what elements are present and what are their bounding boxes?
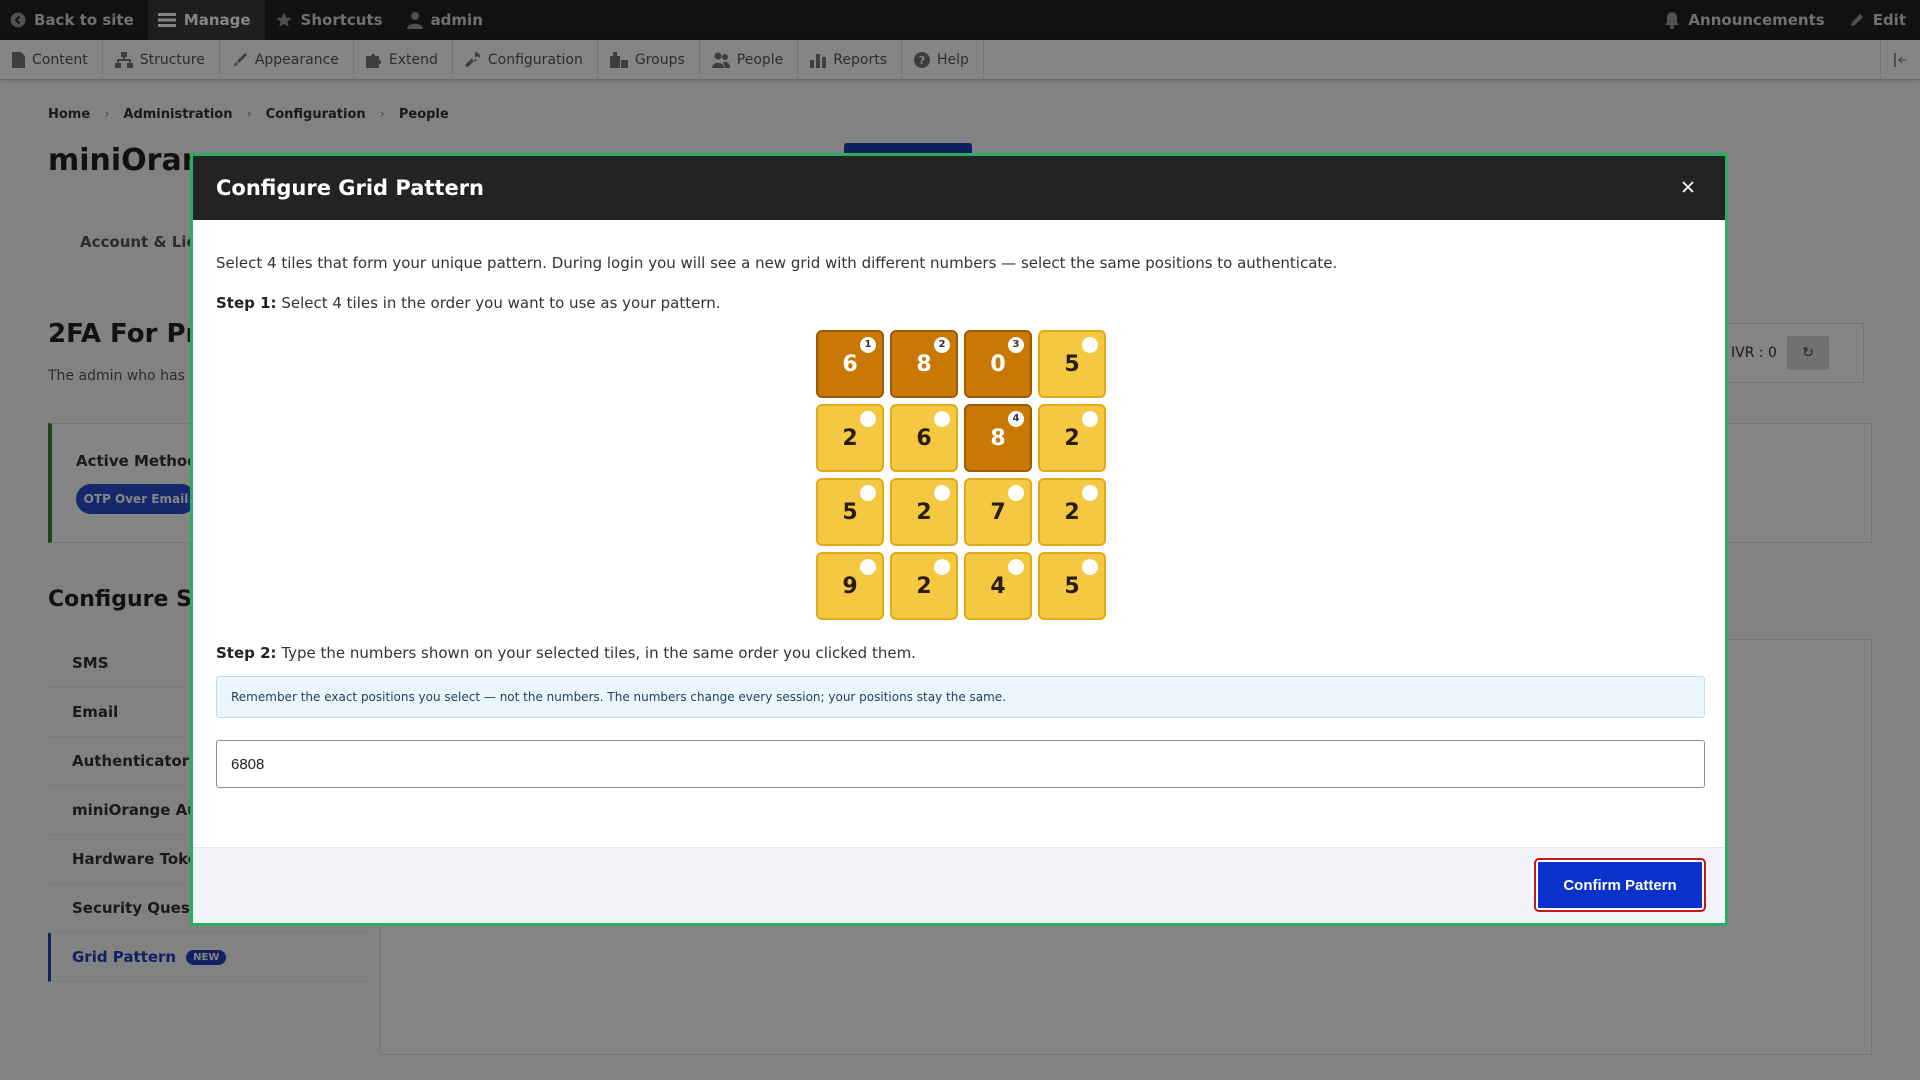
tile-order-badge (1082, 485, 1098, 501)
tile-number: 4 (990, 573, 1006, 599)
tile-number: 2 (842, 425, 858, 451)
tile-number: 2 (1064, 425, 1080, 451)
tile-order-badge: 2 (934, 337, 950, 353)
tile-number: 2 (1064, 499, 1080, 525)
tile-order-badge (1008, 485, 1024, 501)
step-1: Step 1: Select 4 tiles in the order you … (216, 294, 721, 312)
tile-number: 2 (916, 499, 932, 525)
grid-tile[interactable]: 2 (1038, 404, 1106, 472)
step-2-text: Type the numbers shown on your selected … (276, 644, 916, 662)
grid-tile[interactable]: 9 (816, 552, 884, 620)
tile-order-badge (934, 485, 950, 501)
tile-number: 0 (990, 351, 1006, 377)
grid-tile[interactable]: 2 (890, 478, 958, 546)
tile-order-badge (1082, 559, 1098, 575)
tile-order-badge (934, 411, 950, 427)
grid-tile[interactable]: 84 (964, 404, 1032, 472)
step-1-text: Select 4 tiles in the order you want to … (276, 294, 721, 312)
tile-order-badge (860, 485, 876, 501)
modal-footer: Confirm Pattern (193, 847, 1725, 923)
grid-tile[interactable]: 2 (1038, 478, 1106, 546)
tile-order-badge: 4 (1008, 411, 1024, 427)
step-2: Step 2: Type the numbers shown on your s… (216, 644, 916, 662)
grid-tile[interactable]: 82 (890, 330, 958, 398)
close-icon (1682, 181, 1694, 193)
modal-header: Configure Grid Pattern (193, 156, 1725, 220)
tile-number: 5 (842, 499, 858, 525)
grid-tile[interactable]: 5 (1038, 330, 1106, 398)
step-1-label: Step 1: (216, 294, 277, 312)
grid-tile[interactable]: 6 (890, 404, 958, 472)
tile-order-badge (860, 559, 876, 575)
tile-order-badge (934, 559, 950, 575)
grid-tile[interactable]: 7 (964, 478, 1032, 546)
pattern-code-input[interactable] (216, 740, 1705, 788)
tile-order-badge (1008, 559, 1024, 575)
grid-tile[interactable]: 5 (816, 478, 884, 546)
tile-number: 5 (1064, 573, 1080, 599)
grid-tile[interactable]: 2 (816, 404, 884, 472)
grid-pattern-modal: Configure Grid Pattern Select 4 tiles th… (190, 153, 1728, 926)
tile-order-badge: 3 (1008, 337, 1024, 353)
tile-number: 8 (990, 425, 1006, 451)
grid-tile[interactable]: 61 (816, 330, 884, 398)
close-button[interactable] (1677, 176, 1699, 198)
grid-tile[interactable]: 2 (890, 552, 958, 620)
tile-number: 2 (916, 573, 932, 599)
pattern-grid: 61820352684252729245 (816, 330, 1108, 622)
tile-number: 9 (842, 573, 858, 599)
grid-tile[interactable]: 5 (1038, 552, 1106, 620)
modal-title: Configure Grid Pattern (216, 176, 485, 200)
tile-order-badge: 1 (860, 337, 876, 353)
modal-intro: Select 4 tiles that form your unique pat… (216, 254, 1338, 272)
step-2-label: Step 2: (216, 644, 277, 662)
tile-number: 6 (842, 351, 858, 377)
tile-number: 8 (916, 351, 932, 377)
tile-number: 7 (990, 499, 1006, 525)
tile-order-badge (1082, 411, 1098, 427)
tile-number: 6 (916, 425, 932, 451)
confirm-pattern-button[interactable]: Confirm Pattern (1534, 858, 1706, 912)
info-message: Remember the exact positions you select … (216, 676, 1705, 718)
tile-order-badge (1082, 337, 1098, 353)
tile-order-badge (860, 411, 876, 427)
grid-tile[interactable]: 03 (964, 330, 1032, 398)
grid-tile[interactable]: 4 (964, 552, 1032, 620)
tile-number: 5 (1064, 351, 1080, 377)
